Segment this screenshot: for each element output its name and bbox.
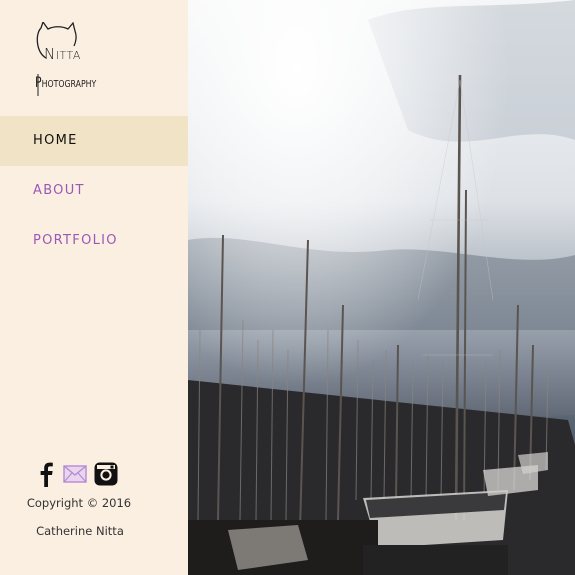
marina-sailboat-masts-photo xyxy=(188,0,575,575)
brand-tagline: Photography xyxy=(35,75,97,91)
hero-image xyxy=(188,0,575,575)
author-name: Catherine Nitta xyxy=(36,524,124,538)
instagram-icon[interactable] xyxy=(94,462,118,490)
sidebar: Nitta Photography HOME ABOUT PORTFOLIO C… xyxy=(0,0,188,575)
brand-logo[interactable]: Nitta Photography xyxy=(32,22,132,98)
social-links xyxy=(36,461,118,491)
brand-name: Nitta xyxy=(44,45,81,63)
nav-item-portfolio[interactable]: PORTFOLIO xyxy=(0,216,188,266)
main-nav: HOME ABOUT PORTFOLIO xyxy=(0,116,188,266)
copyright-text: Copyright © 2016 xyxy=(26,496,132,510)
nav-item-home[interactable]: HOME xyxy=(0,116,188,166)
mail-icon[interactable] xyxy=(63,465,87,487)
nav-item-about[interactable]: ABOUT xyxy=(0,166,188,216)
facebook-icon[interactable] xyxy=(36,461,56,491)
